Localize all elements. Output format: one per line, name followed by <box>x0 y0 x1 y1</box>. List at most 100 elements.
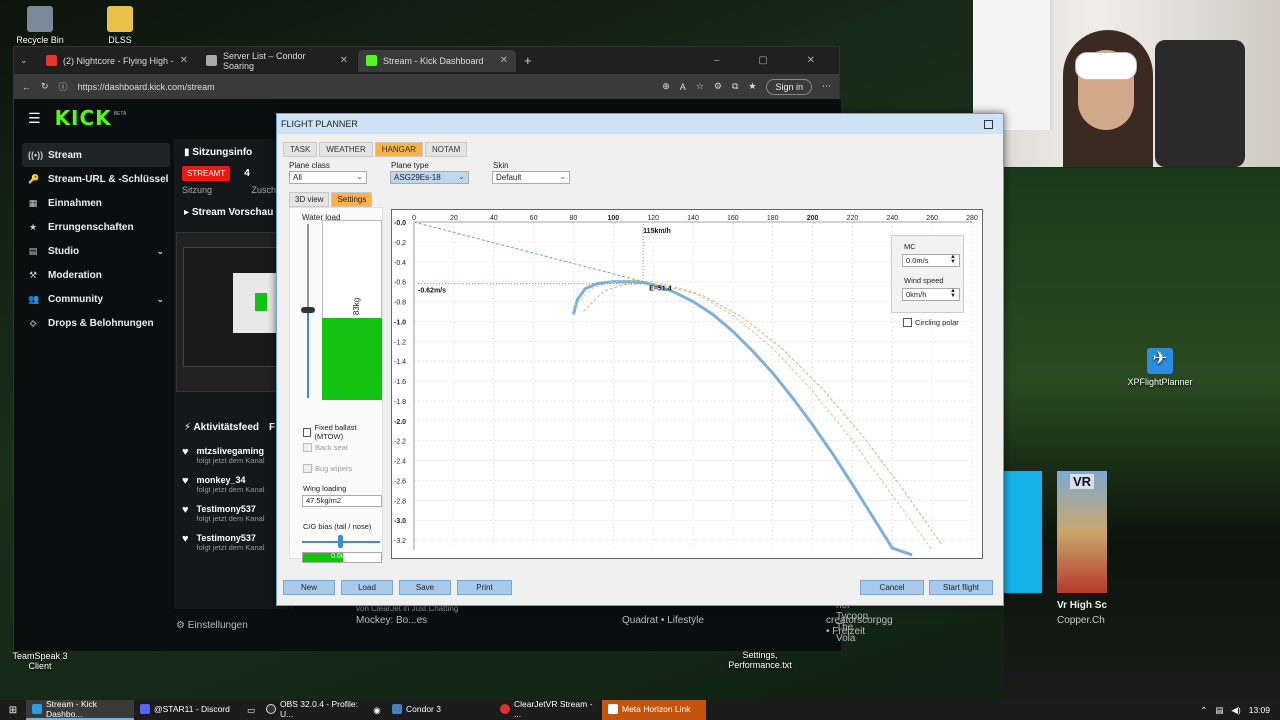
settings-link[interactable]: ⚙ Einstellungen <box>176 620 248 631</box>
subtab-3d-view[interactable]: 3D view <box>289 192 330 207</box>
taskbar-item[interactable]: Condor 3 <box>386 700 494 720</box>
nav-stream-key[interactable]: 🔑 Stream-URL & -Schlüssel <box>22 167 170 191</box>
activity-tab[interactable]: F <box>269 422 275 433</box>
taskbar-item[interactable]: ClearJetVR Stream - ... <box>494 699 602 720</box>
nav-drops[interactable]: ⬦ Drops & Belohnungen <box>22 311 170 335</box>
stream-preview[interactable] <box>176 232 292 392</box>
feed-user[interactable]: mtzslivegaming <box>197 446 265 456</box>
close-icon[interactable]: ✕ <box>500 55 508 66</box>
community-icon: 👥 <box>28 293 40 304</box>
chevron-down-icon: ⌄ <box>156 293 164 304</box>
address-bar-row: ← ↻ ⓘ https://dashboard.kick.com/stream … <box>14 74 839 99</box>
tab-list-icon[interactable]: ⌄ <box>20 55 36 66</box>
stream-thumbnail[interactable] <box>1004 471 1042 593</box>
cancel-button[interactable]: Cancel <box>860 580 924 595</box>
browser-tab[interactable]: Server List – Condor Soaring ✕ <box>198 50 356 72</box>
volume-icon[interactable]: ◀) <box>1231 705 1240 716</box>
kick-logo[interactable]: KICK <box>55 106 112 130</box>
skin-select[interactable]: Default ⌄ <box>492 171 570 184</box>
mc-input[interactable]: 0.0m/s ▲ ▼ <box>902 254 960 267</box>
new-tab-button[interactable]: + <box>524 53 532 68</box>
cg-slider-thumb[interactable] <box>338 535 343 548</box>
flight-planner-window: FLIGHT PLANNER TASK WEATHER HANGAR NOTAM… <box>276 113 1004 606</box>
taskbar-item[interactable]: Stream - Kick Dashbo... <box>26 699 134 720</box>
collections-icon[interactable]: ⧉ <box>732 81 738 92</box>
window-controls[interactable]: – ▢ ✕ <box>714 55 839 66</box>
zoom-icon[interactable]: ⊕ <box>662 81 670 92</box>
menu-icon[interactable]: ☰ <box>28 110 41 127</box>
stream-title[interactable]: Vr High Sc <box>1057 600 1107 611</box>
back-icon[interactable]: ← <box>22 82 31 92</box>
close-icon[interactable]: ✕ <box>340 55 348 66</box>
meta-icon <box>608 704 618 714</box>
tab-task[interactable]: TASK <box>283 142 318 157</box>
nav-stream[interactable]: ((•)) Stream <box>22 143 170 167</box>
windows-start-icon[interactable]: ⊞ <box>0 705 26 716</box>
clock[interactable]: 13:09 <box>1249 705 1270 715</box>
close-icon[interactable]: ✕ <box>180 55 188 66</box>
xpflightplanner-shortcut[interactable]: ✈ XPFlightPlanner <box>1120 348 1200 387</box>
nav-moderation[interactable]: ⚒ Moderation <box>22 263 170 287</box>
cg-value: 0.0cm <box>331 553 351 560</box>
nav-studio[interactable]: ▤ Studio ⌄ <box>22 239 170 263</box>
url-field[interactable]: https://dashboard.kick.com/stream <box>78 82 653 92</box>
extensions-icon[interactable]: ⚙ <box>714 81 722 92</box>
save-button[interactable]: Save <box>399 580 451 595</box>
browser-tab[interactable]: Stream - Kick Dashboard ✕ <box>358 49 516 72</box>
plane-class-select[interactable]: All ⌄ <box>289 171 367 184</box>
key-icon: 🔑 <box>28 173 40 184</box>
bug-wipers-checkbox[interactable]: Bug wipers <box>303 464 352 473</box>
feed-user[interactable]: monkey_34 <box>197 475 265 485</box>
plane-class-label: Plane class <box>289 161 330 170</box>
print-button[interactable]: Print <box>457 580 512 595</box>
feed-user[interactable]: Testimony537 <box>197 504 265 514</box>
wind-input[interactable]: 0km/h ▲ ▼ <box>902 288 960 301</box>
favorite-icon[interactable]: ☆ <box>696 81 704 92</box>
settings-file-shortcut[interactable]: Settings, Performance.txt <box>720 650 800 670</box>
recycle-bin-icon[interactable]: Recycle Bin <box>0 6 80 45</box>
desktop-icon-label: Recycle Bin <box>16 35 64 45</box>
subtab-settings[interactable]: Settings <box>331 192 373 207</box>
steam-icon[interactable]: ◉ <box>368 705 386 716</box>
tab-hangar[interactable]: HANGAR <box>374 142 423 157</box>
nav-earnings[interactable]: ▦ Einnahmen <box>22 191 170 215</box>
taskbar-item[interactable]: Meta Horizon Link <box>602 700 706 720</box>
taskbar-item[interactable]: @STAR11 - Discord <box>134 700 242 720</box>
dlss-folder-icon[interactable]: DLSS <box>80 6 160 45</box>
tray-chevron-icon[interactable]: ⌃ <box>1200 705 1207 716</box>
network-icon[interactable]: ▤ <box>1215 705 1223 716</box>
taskbar-item[interactable]: OBS 32.0.4 - Profile: U... <box>260 699 368 720</box>
stream-thumbnail[interactable] <box>1057 471 1107 593</box>
nav-achievements[interactable]: ★ Errungenschaften <box>22 215 170 239</box>
y-tick-label: -1.2 <box>394 339 406 346</box>
maximize-icon[interactable] <box>984 119 993 129</box>
load-button[interactable]: Load <box>341 580 393 595</box>
tab-weather[interactable]: WEATHER <box>319 142 373 157</box>
spinner-icon[interactable]: ▲ ▼ <box>950 254 956 265</box>
sign-in-button[interactable]: Sign in <box>766 78 812 95</box>
spinner-icon[interactable]: ▲ ▼ <box>950 288 956 299</box>
feed-user[interactable]: Testimony537 <box>197 533 265 543</box>
fp-tabs: TASK WEATHER HANGAR NOTAM <box>283 142 468 157</box>
fixed-ballast-checkbox[interactable]: Fixed ballast (MTOW) <box>303 423 382 441</box>
reload-icon[interactable]: ↻ <box>41 81 49 92</box>
stream-channel[interactable]: Copper.Ch <box>1057 615 1105 626</box>
circling-polar-checkbox[interactable]: Circling polar <box>903 318 959 327</box>
feed-action: folgt jetzt dem Kanal <box>196 485 265 494</box>
water-slider-thumb[interactable] <box>301 307 315 313</box>
nav-community[interactable]: 👥 Community ⌄ <box>22 287 170 311</box>
info-icon[interactable]: ⓘ <box>59 80 68 93</box>
feed-action: folgt jetzt dem Kanal <box>196 514 265 523</box>
file-explorer-icon[interactable]: ▭ <box>242 705 260 716</box>
start-flight-button[interactable]: Start flight <box>929 580 993 595</box>
read-aloud-icon[interactable]: A <box>680 82 686 92</box>
plane-type-select[interactable]: ASG29Es-18 ⌄ <box>390 171 469 184</box>
back-seat-checkbox[interactable]: Back seat <box>303 443 348 452</box>
more-icon[interactable]: ⋯ <box>822 81 831 92</box>
wind-value: 0km/h <box>906 290 927 299</box>
tab-notam[interactable]: NOTAM <box>424 142 468 157</box>
new-button[interactable]: New <box>283 580 335 595</box>
browser-tab[interactable]: (2) Nightcore - Flying High - ✕ <box>38 50 196 72</box>
favorites-bar-icon[interactable]: ★ <box>748 81 756 92</box>
fp-titlebar: FLIGHT PLANNER <box>277 114 1003 134</box>
